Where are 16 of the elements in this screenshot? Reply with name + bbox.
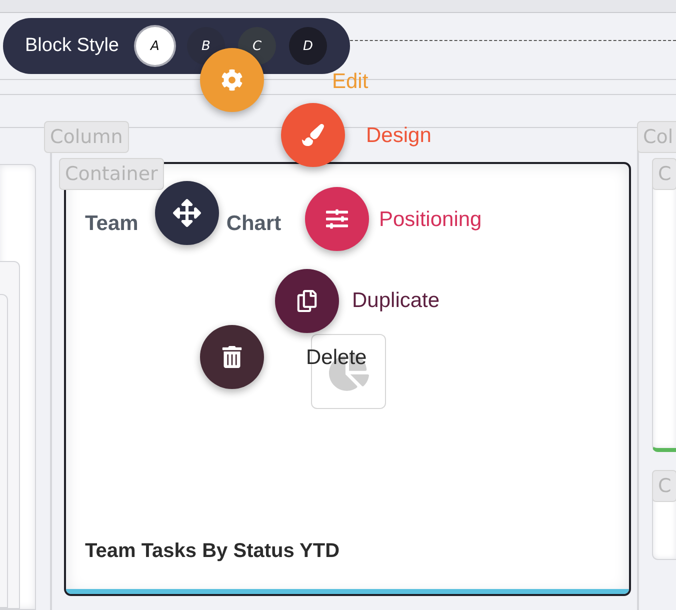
design-button[interactable] bbox=[281, 103, 345, 167]
style-option[interactable]: D bbox=[288, 27, 327, 65]
move-icon bbox=[173, 199, 201, 227]
card-footer-title: Team Tasks By Status YTD bbox=[85, 540, 341, 563]
card-title: Team bbox=[85, 212, 138, 236]
delete-label[interactable]: Delete bbox=[306, 346, 367, 370]
style-option[interactable]: A bbox=[136, 27, 174, 65]
copy-icon bbox=[296, 290, 318, 312]
gear-icon bbox=[221, 69, 243, 91]
duplicate-label[interactable]: Duplicate bbox=[352, 289, 440, 313]
paintbrush-icon bbox=[302, 124, 324, 146]
positioning-label[interactable]: Positioning bbox=[379, 208, 482, 232]
trash-icon bbox=[221, 346, 243, 368]
card-title: Chart bbox=[226, 212, 282, 236]
block-style-label: Block Style bbox=[25, 35, 119, 57]
sliders-icon bbox=[326, 208, 348, 230]
